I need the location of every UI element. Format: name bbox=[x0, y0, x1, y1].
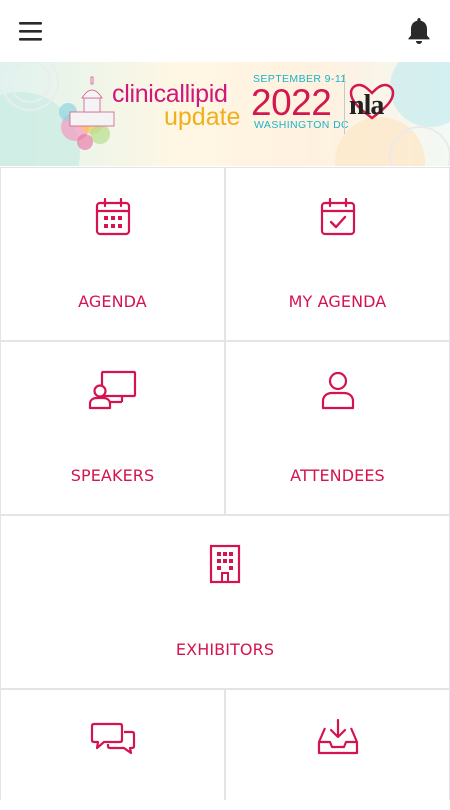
banner-year: 2022 bbox=[251, 82, 332, 123]
tile-downloads[interactable] bbox=[226, 690, 449, 810]
building-icon bbox=[208, 544, 242, 588]
calendar-grid-icon bbox=[95, 197, 131, 240]
tile-attendees-label: ATTENDEES bbox=[290, 466, 385, 485]
tile-agenda-label: AGENDA bbox=[78, 292, 147, 311]
presenter-board-icon bbox=[88, 370, 138, 414]
banner-location: WASHINGTON DC bbox=[254, 119, 350, 131]
tile-messages[interactable] bbox=[1, 690, 224, 810]
tile-speakers[interactable]: SPEAKERS bbox=[1, 342, 224, 514]
tile-my-agenda-label: MY AGENDA bbox=[288, 292, 387, 311]
person-icon bbox=[320, 370, 356, 414]
menu-grid: AGENDA MY AGENDA SPEAKERS ATTENDEES EXHI… bbox=[0, 167, 450, 810]
bell-icon[interactable] bbox=[406, 16, 432, 46]
inbox-download-icon bbox=[316, 718, 360, 760]
banner-org-logo: nla bbox=[349, 90, 384, 121]
banner-brand-line2: update bbox=[164, 103, 241, 131]
event-banner: clinicallipid update SEPTEMBER 9-11 2022… bbox=[0, 62, 450, 166]
calendar-check-icon bbox=[320, 197, 356, 240]
banner-divider bbox=[344, 74, 345, 134]
capitol-icon bbox=[69, 76, 115, 127]
top-bar bbox=[0, 0, 450, 62]
hamburger-menu-icon[interactable] bbox=[18, 19, 44, 45]
tile-speakers-label: SPEAKERS bbox=[70, 466, 155, 485]
chat-bubbles-icon bbox=[90, 720, 136, 760]
tile-my-agenda[interactable]: MY AGENDA bbox=[226, 168, 449, 340]
tile-exhibitors-label: EXHIBITORS bbox=[175, 640, 275, 659]
tile-attendees[interactable]: ATTENDEES bbox=[226, 342, 449, 514]
tile-exhibitors[interactable]: EXHIBITORS bbox=[1, 516, 449, 688]
tile-agenda[interactable]: AGENDA bbox=[1, 168, 224, 340]
